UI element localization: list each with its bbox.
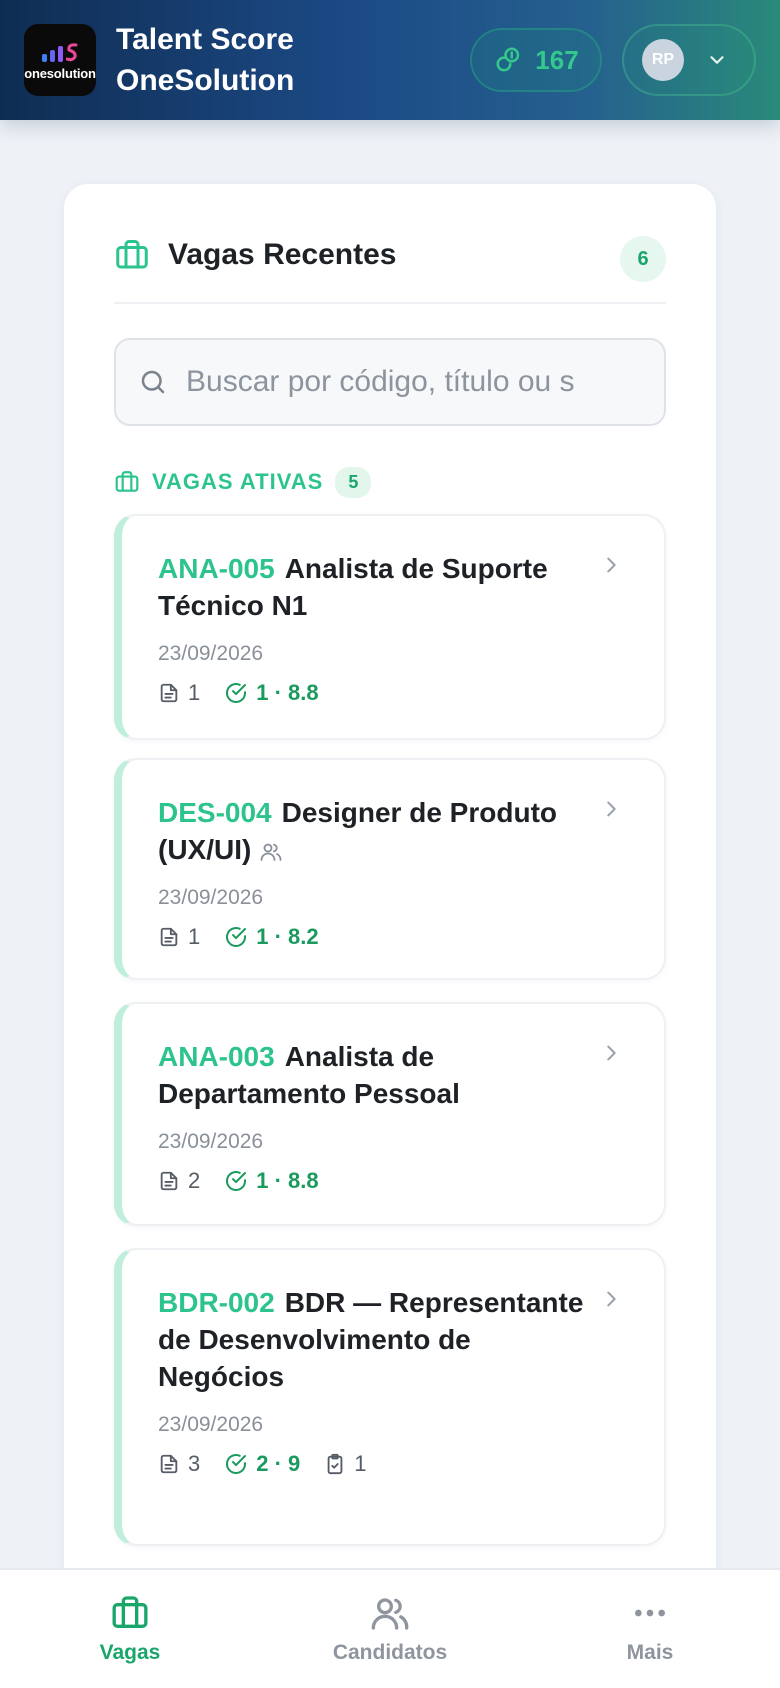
search-input[interactable] <box>186 365 626 399</box>
document-icon <box>160 683 178 703</box>
search-icon <box>141 370 165 394</box>
card-header: Vagas Recentes 6 <box>114 220 666 290</box>
document-icon <box>160 927 178 947</box>
more-icon <box>635 1609 665 1617</box>
job-card[interactable]: ANA-005 Analista de Suporte Técnico N1 23… <box>114 514 666 740</box>
coins-icon <box>496 47 520 72</box>
chevron-right-icon <box>607 801 616 817</box>
users-icon <box>371 1598 409 1630</box>
nav-item-vagas[interactable]: Vagas <box>30 1593 230 1665</box>
job-code: BDR-002 <box>158 1287 275 1318</box>
points-value: 167 <box>535 44 579 75</box>
score-stat: 2 · 9 <box>224 1451 300 1477</box>
search-box[interactable] <box>114 338 666 426</box>
docs-stat: 1 <box>158 680 200 706</box>
active-jobs-section-header: VAGAS ATIVAS 5 <box>114 464 372 500</box>
user-menu[interactable]: RP <box>622 24 756 96</box>
job-title: ANA-003 Analista de Departamento Pessoal <box>158 1038 594 1112</box>
check-circle-icon <box>226 683 247 703</box>
divider <box>114 302 666 304</box>
chevron-right-icon <box>607 1291 616 1307</box>
score-stat: 1 · 8.8 <box>224 680 319 706</box>
section-title: VAGAS ATIVAS <box>152 469 324 494</box>
check-circle-icon <box>226 1454 247 1474</box>
job-title: BDR-002 BDR — Representante de Desenvolvi… <box>158 1284 594 1395</box>
app-title: Talent Score OneSolution <box>116 19 294 101</box>
score-value: 2 · 9 <box>256 1451 301 1476</box>
nav-label: Candidatos <box>332 1641 448 1664</box>
briefcase-icon <box>116 240 148 269</box>
job-stats: 1 1 · 8.2 <box>158 924 594 950</box>
nav-label: Vagas <box>99 1641 161 1664</box>
score-value: 1 · 8.2 <box>256 924 319 949</box>
logo-text: onesolution <box>24 65 96 81</box>
tasks-count: 1 <box>354 1451 367 1476</box>
docs-stat: 3 <box>158 1451 200 1477</box>
job-card[interactable]: BDR-002 BDR — Representante de Desenvolvi… <box>114 1248 666 1546</box>
chevron-right-icon <box>607 1045 616 1061</box>
document-icon <box>160 1171 178 1191</box>
docs-count: 3 <box>188 1451 201 1476</box>
section-count-badge: 5 <box>335 466 372 498</box>
docs-stat: 1 <box>158 924 200 950</box>
job-stats: 1 1 · 8.8 <box>158 680 594 706</box>
app-logo[interactable]: onesolution <box>24 24 96 96</box>
nav-item-candidatos[interactable]: Candidatos <box>290 1593 490 1665</box>
points-chip[interactable]: 167 <box>470 28 602 92</box>
score-value: 1 · 8.8 <box>256 1168 319 1193</box>
score-value: 1 · 8.8 <box>256 680 319 705</box>
job-date: 23/09/2026 <box>158 1413 264 1436</box>
briefcase-icon <box>112 1596 148 1628</box>
briefcase-icon <box>115 471 139 492</box>
job-card[interactable]: DES-004 Designer de Produto (UX/UI) 23/09… <box>114 758 666 980</box>
job-code: ANA-005 <box>158 553 275 584</box>
job-date: 23/09/2026 <box>158 1130 264 1153</box>
job-code: ANA-003 <box>158 1041 275 1072</box>
score-stat: 1 · 8.8 <box>224 1168 319 1194</box>
job-title: ANA-005 Analista de Suporte Técnico N1 <box>158 550 594 624</box>
bottom-nav: Vagas Candidatos Mais <box>0 1568 780 1688</box>
chevron-down-icon <box>710 56 724 64</box>
docs-count: 1 <box>188 680 201 705</box>
app-title-line2: OneSolution <box>116 64 295 97</box>
docs-count: 1 <box>188 924 201 949</box>
job-stats: 2 1 · 8.8 <box>158 1168 594 1194</box>
job-code: DES-004 <box>158 797 272 828</box>
team-icon <box>260 843 282 861</box>
chevron-right-icon <box>607 557 616 573</box>
jobs-count-badge: 6 <box>620 236 666 282</box>
job-title: DES-004 Designer de Produto (UX/UI) <box>158 794 594 868</box>
clipboard-check-icon <box>327 1453 343 1475</box>
nav-label: Mais <box>626 1641 674 1664</box>
tasks-stat: 1 <box>324 1451 367 1477</box>
job-card[interactable]: ANA-003 Analista de Departamento Pessoal … <box>114 1002 666 1226</box>
card-title: Vagas Recentes <box>168 238 397 271</box>
avatar: RP <box>642 39 684 81</box>
document-icon <box>160 1454 178 1474</box>
score-stat: 1 · 8.2 <box>224 924 319 950</box>
docs-stat: 2 <box>158 1168 200 1194</box>
job-date: 23/09/2026 <box>158 886 264 909</box>
nav-item-mais[interactable]: Mais <box>550 1593 750 1665</box>
check-circle-icon <box>226 927 247 947</box>
logo-bars-icon <box>42 40 78 62</box>
app-title-line1: Talent Score <box>116 23 294 56</box>
job-date: 23/09/2026 <box>158 642 264 665</box>
recent-jobs-card: Vagas Recentes 6 VAGAS ATIVAS 5 ANA-005A… <box>64 184 716 1688</box>
app-header: onesolution Talent Score OneSolution 167… <box>0 0 780 120</box>
check-circle-icon <box>226 1171 247 1191</box>
docs-count: 2 <box>188 1168 201 1193</box>
job-stats: 3 2 · 9 1 <box>158 1451 594 1477</box>
